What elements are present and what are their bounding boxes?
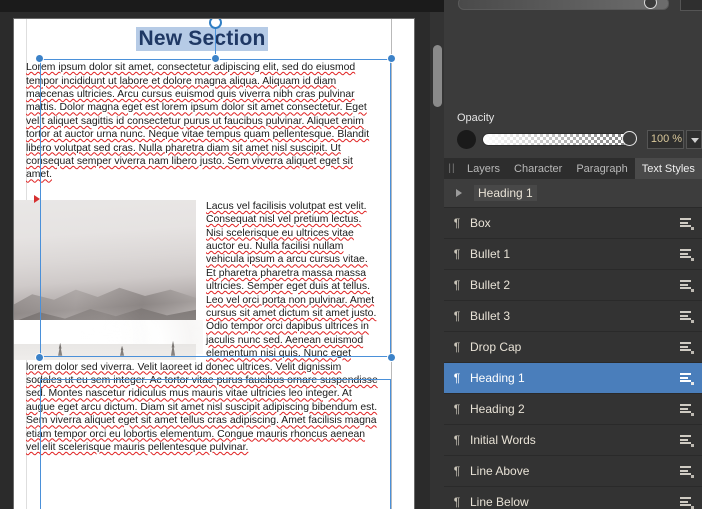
canvas-vertical-scrollbar[interactable]: [430, 12, 444, 509]
style-name: Heading 1: [470, 371, 525, 385]
paragraph-1[interactable]: Lorem ipsum dolor sit amet, consectetur …: [26, 61, 378, 182]
pilcrow-icon: ¶: [453, 340, 461, 354]
tab-character[interactable]: Character: [507, 158, 569, 179]
chevron-right-icon[interactable]: [456, 189, 462, 197]
paragraph-style-icon[interactable]: [680, 497, 694, 509]
style-name: Line Below: [470, 495, 529, 509]
style-name: Heading 2: [470, 402, 525, 416]
paragraph-style-icon[interactable]: [680, 249, 694, 261]
pilcrow-icon: ¶: [453, 216, 461, 230]
application-window: New Section Lorem ipsum dolor sit amet, …: [0, 0, 702, 509]
pilcrow-icon: ¶: [453, 464, 461, 478]
tab-paragraph[interactable]: Paragraph: [569, 158, 634, 179]
paragraph-style-icon[interactable]: [680, 435, 694, 447]
style-row-heading-1[interactable]: ¶ Heading 1: [444, 363, 702, 394]
pilcrow-icon: ¶: [453, 278, 461, 292]
pilcrow-icon: ¶: [453, 402, 461, 416]
style-row-heading-2[interactable]: ¶ Heading 2: [444, 394, 702, 425]
paragraph-style-icon[interactable]: [680, 466, 694, 478]
mountain-landscape-photo[interactable]: [14, 199, 204, 360]
style-row-line-below[interactable]: ¶ Line Below: [444, 487, 702, 509]
paragraph-2[interactable]: Lacus vel facilisis volutpat est velit. …: [14, 199, 378, 455]
partial-slider-value-box[interactable]: [680, 0, 702, 11]
style-row-bullet-3[interactable]: ¶ Bullet 3: [444, 301, 702, 332]
pilcrow-icon: ¶: [453, 495, 461, 509]
opacity-control-row: Opacity 100 %: [444, 112, 702, 156]
partial-slider-strip[interactable]: [444, 0, 702, 12]
text-styles-list[interactable]: Heading 1 ¶ Box ¶ Bullet 1 ¶ Bullet 2 ¶ …: [444, 179, 702, 509]
tab-layers[interactable]: Layers: [460, 158, 507, 179]
opacity-slider-knob[interactable]: [622, 131, 637, 146]
paragraph-style-icon[interactable]: [680, 373, 694, 385]
style-group-header[interactable]: Heading 1: [444, 179, 702, 208]
document-canvas[interactable]: New Section Lorem ipsum dolor sit amet, …: [0, 0, 444, 509]
paragraph-style-icon[interactable]: [680, 218, 694, 230]
panel-tab-bar: || Layers Character Paragraph Text Style…: [444, 158, 702, 179]
scrollbar-thumb[interactable]: [433, 45, 442, 107]
opacity-color-swatch[interactable]: [457, 130, 476, 149]
pilcrow-icon: ¶: [453, 433, 461, 447]
style-name: Initial Words: [470, 433, 536, 447]
chevron-down-icon: [691, 138, 699, 143]
opacity-label: Opacity: [457, 112, 495, 124]
page-title[interactable]: New Section: [136, 27, 268, 52]
style-row-bullet-1[interactable]: ¶ Bullet 1: [444, 239, 702, 270]
foreground-haze: [14, 343, 196, 360]
style-name: Drop Cap: [470, 340, 522, 354]
style-row-box[interactable]: ¶ Box: [444, 208, 702, 239]
text-frame[interactable]: New Section Lorem ipsum dolor sit amet, …: [14, 27, 378, 473]
style-row-bullet-2[interactable]: ¶ Bullet 2: [444, 270, 702, 301]
pilcrow-icon: ¶: [453, 309, 461, 323]
opacity-slider-track[interactable]: [482, 133, 629, 146]
pilcrow-icon: ¶: [453, 371, 461, 385]
tab-text-styles[interactable]: Text Styles: [634, 158, 702, 179]
paragraph-style-icon[interactable]: [680, 311, 694, 323]
right-dock-panel: Opacity 100 % || Layers Character Paragr…: [444, 0, 702, 509]
document-page[interactable]: New Section Lorem ipsum dolor sit amet, …: [14, 19, 414, 509]
document-title-row: New Section: [26, 27, 378, 61]
style-row-line-above[interactable]: ¶ Line Above: [444, 456, 702, 487]
pilcrow-icon: ¶: [453, 247, 461, 261]
opacity-value-field[interactable]: 100 %: [647, 130, 684, 149]
paragraph-style-icon[interactable]: [680, 280, 694, 292]
style-row-initial-words[interactable]: ¶ Initial Words: [444, 425, 702, 456]
style-name: Line Above: [470, 464, 530, 478]
style-row-drop-cap[interactable]: ¶ Drop Cap: [444, 332, 702, 363]
opacity-dropdown-button[interactable]: [686, 130, 702, 149]
partial-slider-track[interactable]: [458, 0, 669, 10]
paragraph-style-icon[interactable]: [680, 342, 694, 354]
style-group-name: Heading 1: [474, 185, 537, 201]
opacity-value-text: 100 %: [650, 133, 683, 145]
style-name: Bullet 1: [470, 247, 511, 261]
paragraph-style-icon[interactable]: [680, 404, 694, 416]
canvas-top-strip: [0, 0, 444, 12]
style-name: Box: [470, 216, 491, 230]
style-name: Bullet 3: [470, 309, 511, 323]
panel-grip-icon[interactable]: ||: [444, 158, 460, 179]
style-name: Bullet 2: [470, 278, 511, 292]
margin-guide-right: [391, 19, 392, 509]
